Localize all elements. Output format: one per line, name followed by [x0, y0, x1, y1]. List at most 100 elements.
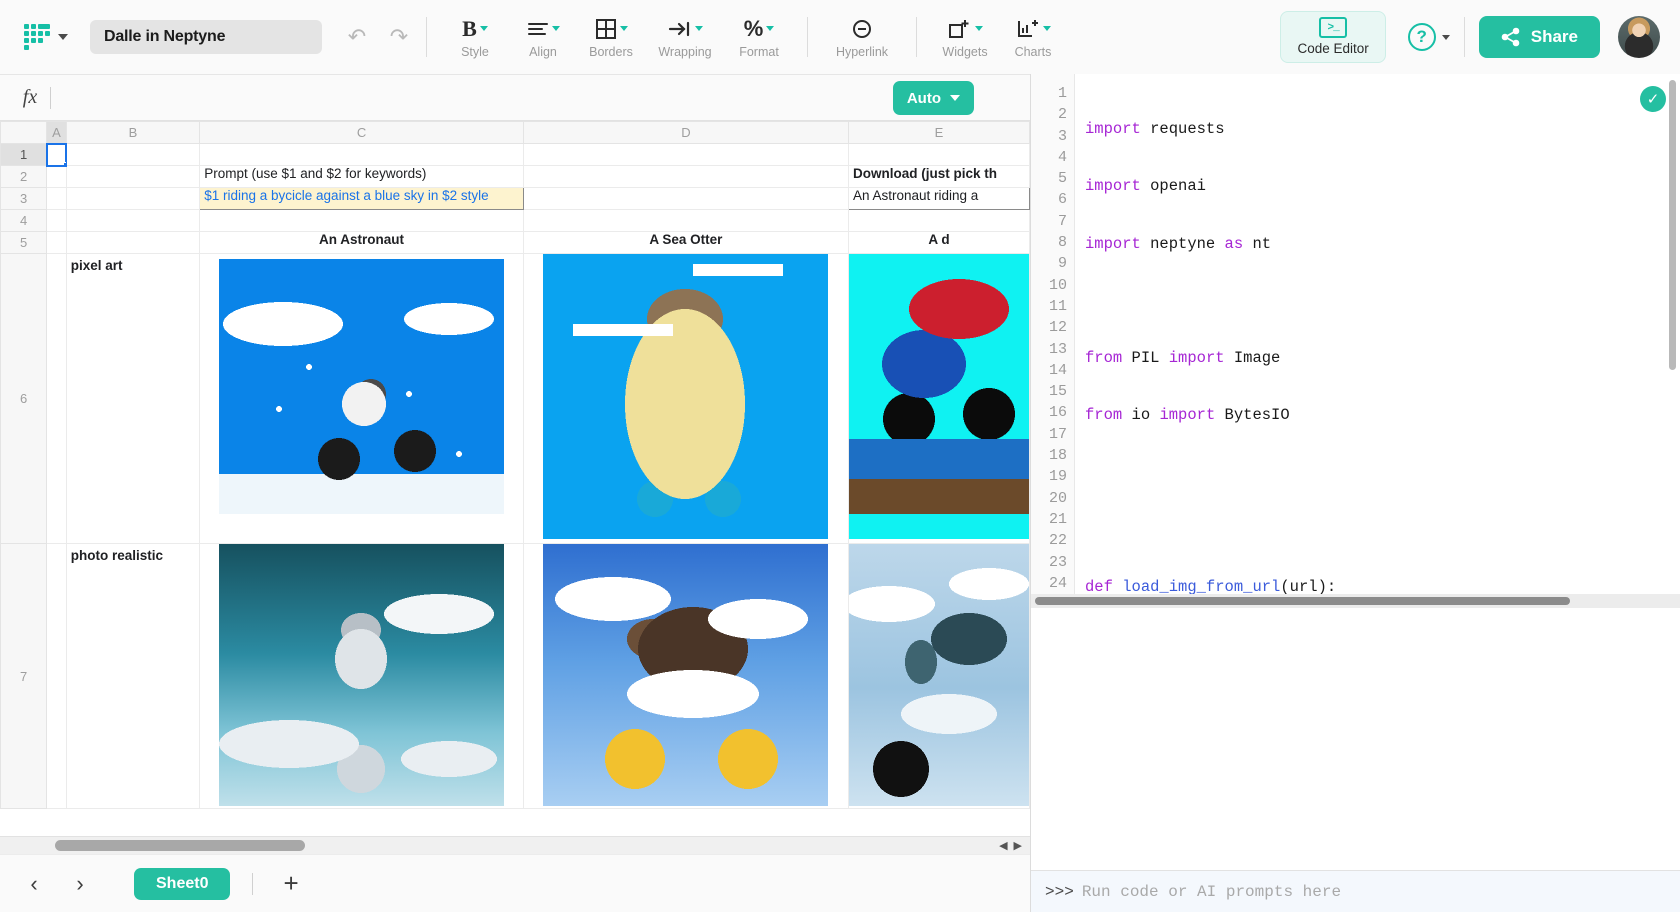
- cell-A7[interactable]: [47, 544, 67, 809]
- share-button[interactable]: Share: [1479, 16, 1600, 58]
- undo-arrow-icon[interactable]: ↶: [344, 24, 370, 50]
- toolbar-item-hyperlink[interactable]: Hyperlink: [822, 16, 902, 59]
- toolbar-item-borders[interactable]: Borders: [577, 16, 645, 59]
- cell-A3[interactable]: [47, 188, 67, 210]
- spreadsheet-grid[interactable]: A B C D E 1: [0, 121, 1030, 836]
- column-header-D[interactable]: D: [523, 122, 848, 144]
- cell-E5[interactable]: A d: [848, 232, 1029, 254]
- toolbar-item-format[interactable]: % Format: [725, 16, 793, 59]
- pixel-art-dragon-on-bicycle: [849, 254, 1029, 539]
- cell-B6[interactable]: pixel art: [66, 254, 199, 544]
- style-chevron-down-icon[interactable]: [480, 26, 488, 31]
- redo-arrow-icon[interactable]: ↷: [386, 24, 412, 50]
- align-chevron-down-icon[interactable]: [552, 26, 560, 31]
- code-vertical-scrollbar[interactable]: [1669, 80, 1676, 370]
- cell-C1[interactable]: [200, 144, 524, 166]
- cell-E7-image[interactable]: [848, 544, 1029, 809]
- row-header-7[interactable]: 7: [1, 544, 47, 809]
- toolbar-item-charts[interactable]: Charts: [999, 16, 1067, 59]
- cell-E3[interactable]: An Astronaut riding a: [848, 188, 1029, 210]
- cell-B5[interactable]: [66, 232, 199, 254]
- column-header-B[interactable]: B: [66, 122, 199, 144]
- column-header-E[interactable]: E: [848, 122, 1029, 144]
- app-logo-group[interactable]: [16, 24, 68, 50]
- cell-B3[interactable]: [66, 188, 199, 210]
- wrapping-chevron-down-icon[interactable]: [695, 26, 703, 31]
- cell-A6[interactable]: [47, 254, 67, 544]
- cell-D1[interactable]: [523, 144, 848, 166]
- cell-A5[interactable]: [47, 232, 67, 254]
- cell-E1[interactable]: [848, 144, 1029, 166]
- cell-B1[interactable]: [66, 144, 199, 166]
- cell-B2[interactable]: [66, 166, 199, 188]
- toolbar-item-align[interactable]: Align: [509, 16, 577, 59]
- cell-E6-image[interactable]: [848, 254, 1029, 544]
- cell-A1[interactable]: [47, 144, 67, 166]
- toolbar-item-widgets[interactable]: Widgets: [931, 16, 999, 59]
- plus-icon[interactable]: +: [275, 868, 306, 899]
- row-header-5[interactable]: 5: [1, 232, 47, 254]
- charts-add-icon: [1016, 18, 1040, 40]
- toolbar-item-wrapping[interactable]: Wrapping: [645, 16, 725, 59]
- repl-placeholder[interactable]: Run code or AI prompts here: [1082, 883, 1341, 901]
- cell-D6-image[interactable]: [523, 254, 848, 544]
- cell-D2[interactable]: [523, 166, 848, 188]
- cell-E4[interactable]: [848, 210, 1029, 232]
- corner-cell[interactable]: [1, 122, 47, 144]
- widgets-chevron-down-icon[interactable]: [975, 26, 983, 31]
- neptyne-logo-icon[interactable]: [24, 24, 50, 50]
- logo-chevron-down-icon[interactable]: [58, 34, 68, 40]
- chevron-left-icon[interactable]: ‹: [18, 868, 50, 900]
- help-button[interactable]: ?: [1408, 23, 1450, 51]
- code-text[interactable]: import requests import openai import nep…: [1075, 74, 1680, 594]
- row-header-1[interactable]: 1: [1, 144, 47, 166]
- format-chevron-down-icon[interactable]: [766, 26, 774, 31]
- code-editor-toggle-button[interactable]: >_ Code Editor: [1280, 11, 1385, 63]
- charts-chevron-down-icon[interactable]: [1043, 26, 1051, 31]
- auto-chevron-down-icon[interactable]: [950, 95, 960, 101]
- selection-handle[interactable]: [63, 162, 67, 166]
- cell-C5[interactable]: An Astronaut: [200, 232, 524, 254]
- user-avatar[interactable]: [1618, 16, 1660, 58]
- help-chevron-down-icon[interactable]: [1442, 35, 1450, 40]
- column-header-A[interactable]: A: [47, 122, 67, 144]
- borders-chevron-down-icon[interactable]: [620, 26, 628, 31]
- cell-A4[interactable]: [47, 210, 67, 232]
- horizontal-scrollbar[interactable]: ◀ ▶: [0, 836, 1030, 854]
- column-header-C[interactable]: C: [200, 122, 524, 144]
- cell-D4[interactable]: [523, 210, 848, 232]
- hscroll-thumb[interactable]: [55, 840, 305, 851]
- row-header-2[interactable]: 2: [1, 166, 47, 188]
- cell-C3-prompt[interactable]: $1 riding a bycicle against a blue sky i…: [200, 188, 524, 210]
- sheet-tab-sheet0[interactable]: Sheet0: [134, 868, 230, 900]
- table-row: 3 $1 riding a bycicle against a blue sky…: [1, 188, 1030, 210]
- cell-C6-image[interactable]: [200, 254, 524, 544]
- cell-A2[interactable]: [47, 166, 67, 188]
- cell-C4[interactable]: [200, 210, 524, 232]
- cell-D3[interactable]: [523, 188, 848, 210]
- cell-C7-image[interactable]: [200, 544, 524, 809]
- code-horizontal-scrollbar[interactable]: [1031, 594, 1680, 608]
- cell-D5[interactable]: A Sea Otter: [523, 232, 848, 254]
- chevron-right-icon[interactable]: ›: [64, 868, 96, 900]
- cell-D7-image[interactable]: [523, 544, 848, 809]
- repl-input-bar[interactable]: >>> Run code or AI prompts here: [1031, 870, 1680, 912]
- formula-input[interactable]: [51, 75, 1020, 120]
- code-line: from io import BytesIO: [1085, 405, 1680, 426]
- scroll-right-icon[interactable]: ▶: [1014, 839, 1022, 852]
- code-hscroll-thumb[interactable]: [1035, 597, 1570, 605]
- cell-B7[interactable]: photo realistic: [66, 544, 199, 809]
- auto-recalc-button[interactable]: Auto: [893, 81, 974, 115]
- cell-E2[interactable]: Download (just pick th: [848, 166, 1029, 188]
- cell-C2[interactable]: Prompt (use $1 and $2 for keywords): [200, 166, 524, 188]
- document-title-input[interactable]: Dalle in Neptyne: [90, 20, 322, 54]
- cell-B4[interactable]: [66, 210, 199, 232]
- scroll-left-icon[interactable]: ◀: [999, 839, 1007, 852]
- line-number: 2: [1031, 104, 1074, 125]
- row-header-4[interactable]: 4: [1, 210, 47, 232]
- toolbar-item-style[interactable]: B Style: [441, 16, 509, 59]
- code-editor-body[interactable]: 1 2 3 4 5 6 7 8 9 10 11 12 13 14 15 16 1: [1031, 74, 1680, 594]
- code-line: import openai: [1085, 176, 1680, 197]
- row-header-6[interactable]: 6: [1, 254, 47, 544]
- row-header-3[interactable]: 3: [1, 188, 47, 210]
